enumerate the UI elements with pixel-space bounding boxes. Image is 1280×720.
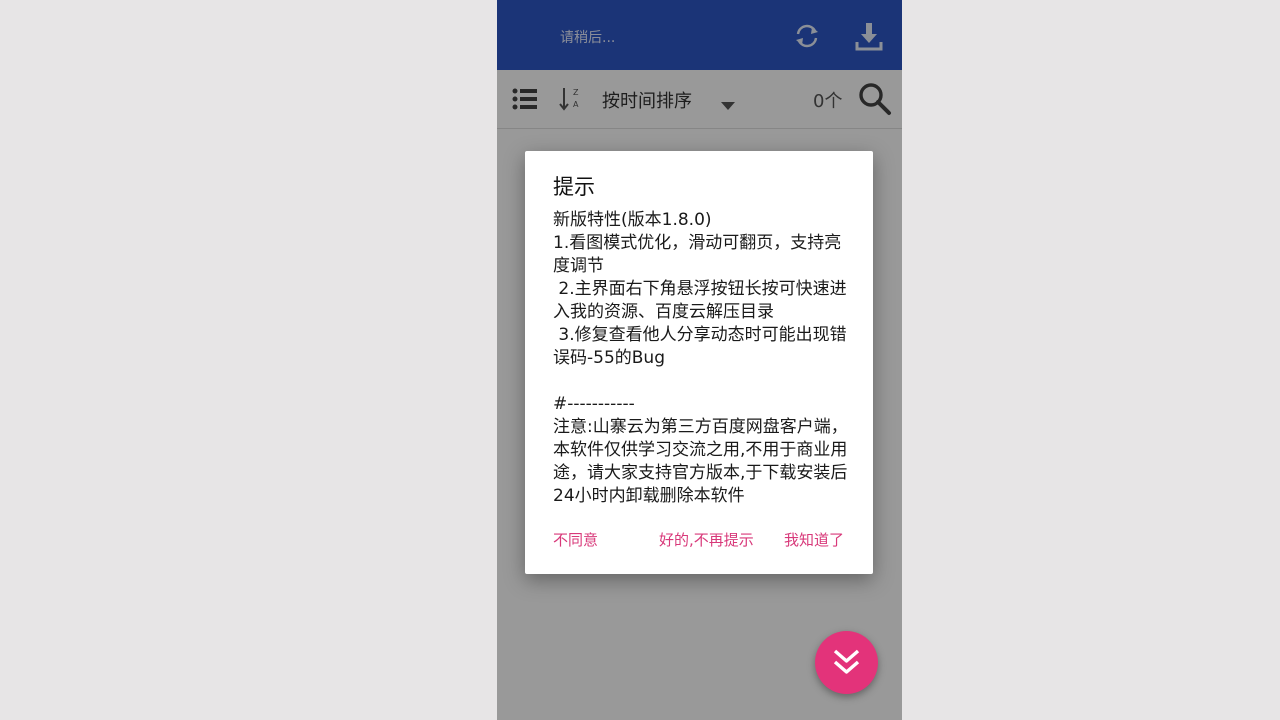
quick-action-fab[interactable] xyxy=(815,631,878,694)
disclaimer-text: 注意:山寨云为第三方百度网盘客户端，本软件仅供学习交流之用,不用于商业用途，请大… xyxy=(553,417,848,506)
feature-line-1: 1.看图模式优化，滑动可翻页，支持亮度调节 xyxy=(553,233,842,276)
feature-line-2: 2.主界面右下角悬浮按钮长按可快速进入我的资源、百度云解压目录 xyxy=(553,279,847,322)
feature-line-3: 3.修复查看他人分享动态时可能出现错误码-55的Bug xyxy=(553,325,847,368)
disagree-button[interactable]: 不同意 xyxy=(553,529,598,550)
notice-dialog: 提示 新版特性(版本1.8.0) 1.看图模式优化，滑动可翻页，支持亮度调节 2… xyxy=(525,151,873,574)
got-it-button[interactable]: 我知道了 xyxy=(784,529,844,550)
double-chevron-down-icon xyxy=(833,649,860,674)
dialog-message: 新版特性(版本1.8.0) 1.看图模式优化，滑动可翻页，支持亮度调节 2.主界… xyxy=(553,209,853,508)
dialog-title: 提示 xyxy=(553,175,595,199)
separator-line: #----------- xyxy=(553,394,635,414)
ok-no-remind-button[interactable]: 好的,不再提示 xyxy=(659,529,754,550)
version-heading: 新版特性(版本1.8.0) xyxy=(553,210,712,230)
phone-screen: 请稍后... Z A 按时间排序 0个 提示 新版特性(版本1.8.0) 1.看… xyxy=(497,0,902,720)
dialog-actions: 不同意 好的,不再提示 我知道了 xyxy=(525,527,873,555)
